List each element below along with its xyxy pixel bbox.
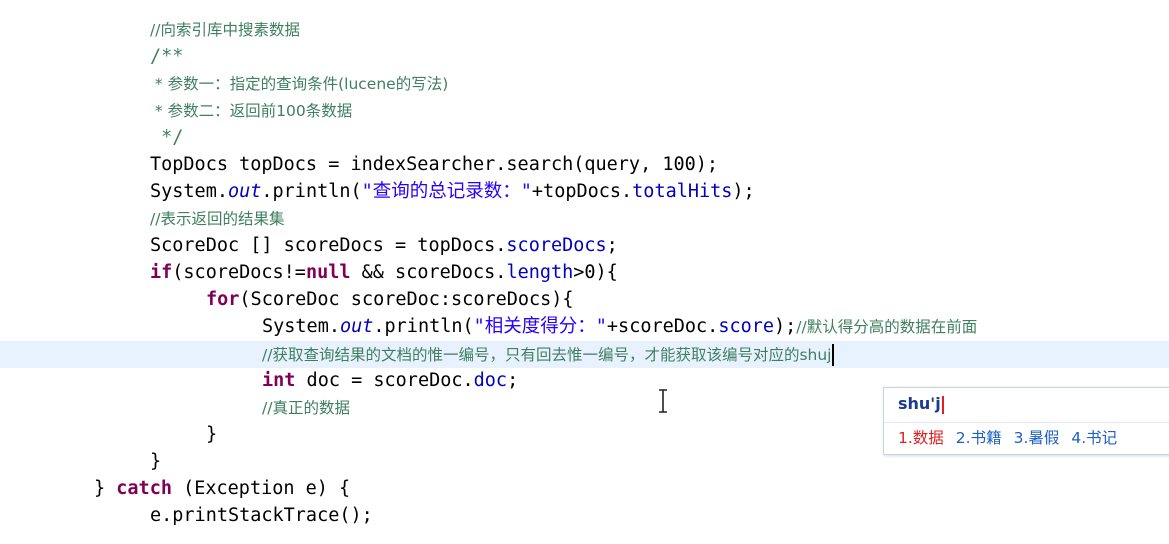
code-line-content: //向索引库中搜素数据 bbox=[150, 16, 300, 44]
code-line-content: * 参数一：指定的查询条件(lucene的写法) bbox=[150, 70, 448, 98]
code-line[interactable]: * 参数一：指定的查询条件(lucene的写法) bbox=[0, 70, 1169, 97]
code-line-content: int doc = scoreDoc.doc; bbox=[262, 367, 518, 394]
code-line-content: TopDocs topDocs = indexSearcher.search(q… bbox=[150, 151, 718, 178]
code-token: * 参数二：返回前100条数据 bbox=[150, 102, 353, 120]
ime-pinyin: shu'j bbox=[898, 394, 941, 413]
code-token: (ScoreDoc scoreDoc:scoreDocs){ bbox=[239, 289, 574, 310]
code-token: .println( bbox=[261, 181, 362, 202]
ime-candidate[interactable]: 1.数据 bbox=[898, 426, 944, 448]
code-token: */ bbox=[150, 127, 184, 148]
code-token: ; bbox=[507, 370, 519, 391]
code-line-content: //表示返回的结果集 bbox=[150, 205, 284, 233]
code-line-content: /** bbox=[150, 43, 183, 70]
code-token: "相关度得分：" bbox=[473, 316, 607, 337]
code-token: score bbox=[718, 316, 775, 337]
code-token: //表示返回的结果集 bbox=[150, 210, 285, 228]
ime-candidate[interactable]: 4.书记 bbox=[1071, 426, 1117, 448]
code-line-content: for(ScoreDoc scoreDoc:scoreDocs){ bbox=[206, 286, 574, 313]
code-token: +topDocs. bbox=[531, 181, 633, 202]
code-line[interactable]: * 参数二：返回前100条数据 bbox=[0, 97, 1169, 124]
code-token: TopDocs topDocs = indexSearcher.search(q… bbox=[150, 154, 719, 175]
code-line-content: } bbox=[206, 421, 217, 448]
code-token: .println( bbox=[373, 316, 474, 337]
code-line[interactable]: e.printStackTrace(); bbox=[0, 502, 1169, 529]
code-token: >0){ bbox=[573, 262, 618, 283]
code-token: out bbox=[339, 316, 374, 337]
code-editor[interactable]: //向索引库中搜素数据/** * 参数一：指定的查询条件(lucene的写法) … bbox=[0, 0, 1169, 544]
code-token: ); bbox=[774, 316, 797, 337]
code-token: catch bbox=[116, 478, 172, 499]
code-line[interactable]: if(scoreDocs!=null && scoreDocs.length>0… bbox=[0, 259, 1169, 286]
code-line[interactable]: */ bbox=[0, 124, 1169, 151]
code-line-content: } catch (Exception e) { bbox=[94, 475, 350, 502]
ime-composition-text: shu'j bbox=[898, 394, 944, 414]
code-token: //默认得分高的数据在前面 bbox=[796, 318, 978, 336]
code-token: /** bbox=[150, 46, 184, 67]
code-line[interactable]: /** bbox=[0, 43, 1169, 70]
code-line-content: e.printStackTrace(); bbox=[150, 502, 373, 529]
code-line-content: //获取查询结果的文档的惟一编号，只有回去惟一编号，才能获取该编号对应的shuj bbox=[262, 341, 835, 369]
code-line-content: } bbox=[150, 448, 161, 475]
code-token: totalHits bbox=[632, 181, 733, 202]
code-token: * 参数一：指定的查询条件(lucene的写法) bbox=[150, 75, 449, 93]
code-line-content: * 参数二：返回前100条数据 bbox=[150, 97, 352, 125]
code-token: System. bbox=[150, 181, 228, 202]
code-line-content: if(scoreDocs!=null && scoreDocs.length>0… bbox=[150, 259, 618, 286]
code-line[interactable]: } catch (Exception e) { bbox=[0, 475, 1169, 502]
code-token: ); bbox=[732, 181, 755, 202]
ime-candidate[interactable]: 2.书籍 bbox=[956, 426, 1002, 448]
code-token: for bbox=[206, 289, 240, 310]
code-line[interactable]: for(ScoreDoc scoreDoc:scoreDocs){ bbox=[0, 286, 1169, 313]
code-token: doc bbox=[473, 370, 508, 391]
ime-candidate-popup[interactable]: shu'j 1.数据 2.书籍 3.暑假 4.书记 bbox=[883, 387, 1169, 455]
code-token: //向索引库中搜素数据 bbox=[150, 21, 300, 39]
code-token: //获取查询结果的文档的惟一编号，只有回去惟一编号，才能获取该编号对应的shuj bbox=[262, 346, 832, 364]
code-token: e.printStackTrace(); bbox=[150, 505, 373, 526]
code-token: (Exception e) { bbox=[171, 478, 351, 499]
ime-caret bbox=[941, 395, 944, 414]
code-token: out bbox=[227, 181, 262, 202]
code-token: //真正的数据 bbox=[262, 399, 350, 417]
code-token: && scoreDocs. bbox=[350, 262, 507, 283]
code-token: null bbox=[305, 262, 351, 283]
code-line-content: System.out.println("查询的总记录数："+topDocs.to… bbox=[150, 178, 755, 205]
code-token: scoreDocs bbox=[506, 235, 607, 256]
code-line[interactable]: System.out.println("相关度得分："+scoreDoc.sco… bbox=[0, 313, 1169, 340]
code-line-content: System.out.println("相关度得分："+scoreDoc.sco… bbox=[262, 313, 977, 341]
ime-candidate[interactable]: 3.暑假 bbox=[1014, 426, 1060, 448]
code-token: length bbox=[506, 262, 574, 283]
code-line[interactable]: //获取查询结果的文档的惟一编号，只有回去惟一编号，才能获取该编号对应的shuj bbox=[0, 341, 1169, 368]
code-token: +scoreDoc. bbox=[606, 316, 719, 337]
code-token: ; bbox=[606, 235, 618, 256]
editor-caret bbox=[832, 344, 835, 366]
code-token: } bbox=[150, 451, 162, 472]
code-line[interactable]: System.out.println("查询的总记录数："+topDocs.to… bbox=[0, 178, 1169, 205]
code-line-content: */ bbox=[150, 124, 183, 151]
code-token: (scoreDocs!= bbox=[172, 262, 306, 283]
code-token: if bbox=[150, 262, 173, 283]
code-token: } bbox=[94, 478, 117, 499]
text-cursor-icon bbox=[659, 389, 667, 413]
code-line[interactable]: //向索引库中搜素数据 bbox=[0, 16, 1169, 43]
code-token: doc = scoreDoc. bbox=[295, 370, 474, 391]
code-line[interactable]: TopDocs topDocs = indexSearcher.search(q… bbox=[0, 151, 1169, 178]
code-line[interactable]: ScoreDoc [] scoreDocs = topDocs.scoreDoc… bbox=[0, 232, 1169, 259]
code-line-content: ScoreDoc [] scoreDocs = topDocs.scoreDoc… bbox=[150, 232, 618, 259]
code-line-content: //真正的数据 bbox=[262, 394, 350, 422]
ime-divider bbox=[884, 422, 1169, 423]
code-token: int bbox=[262, 370, 296, 391]
ime-candidate-list: 1.数据 2.书籍 3.暑假 4.书记 bbox=[898, 426, 1129, 448]
code-line[interactable]: //表示返回的结果集 bbox=[0, 205, 1169, 232]
code-token: ScoreDoc [] scoreDocs = topDocs. bbox=[150, 235, 507, 256]
code-token: } bbox=[206, 424, 218, 445]
code-token: "查询的总记录数：" bbox=[361, 181, 532, 202]
code-token: System. bbox=[262, 316, 340, 337]
